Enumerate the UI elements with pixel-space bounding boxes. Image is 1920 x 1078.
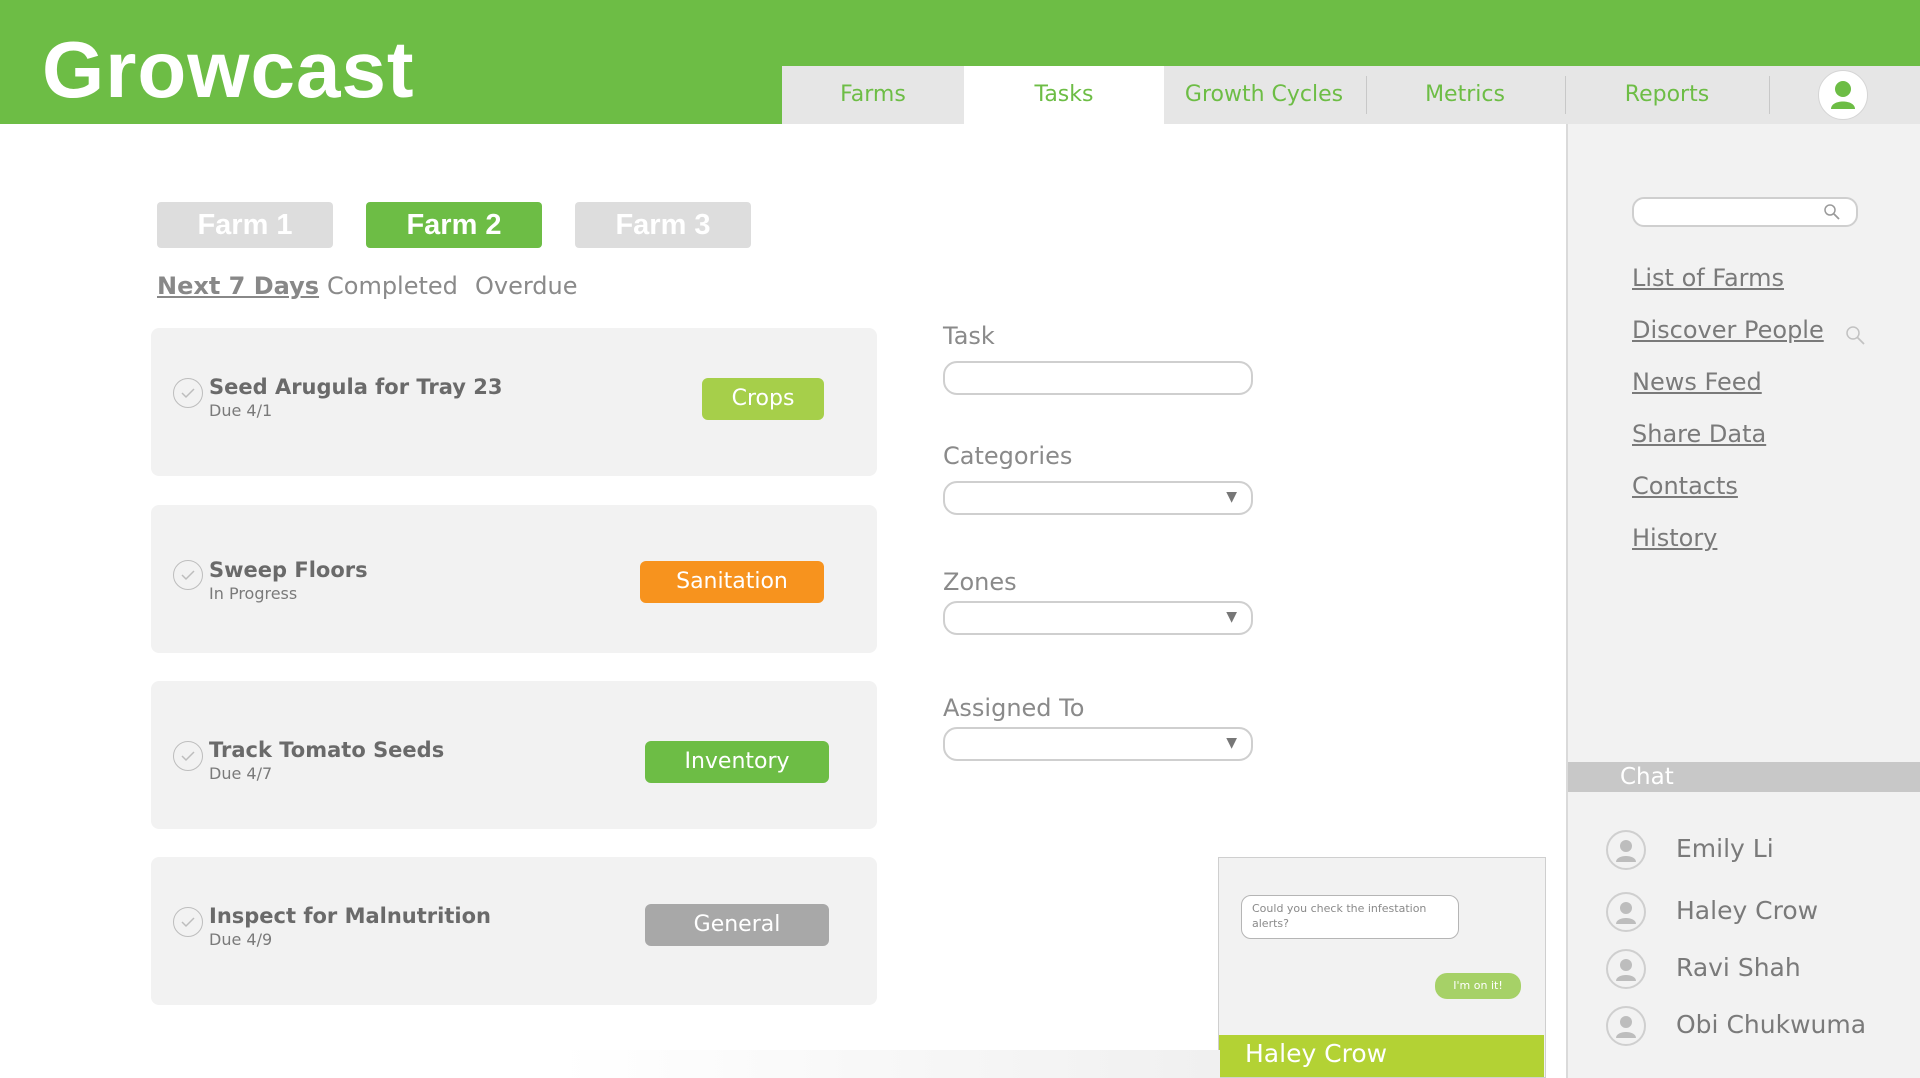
task-input[interactable] (943, 361, 1253, 395)
user-icon (1616, 959, 1636, 981)
filter-completed[interactable]: Completed (327, 272, 458, 300)
chat-contact[interactable]: Ravi Shah (1606, 949, 1906, 993)
contact-name: Ravi Shah (1676, 953, 1801, 982)
task-card[interactable]: Inspect for Malnutrition Due 4/9 General (151, 857, 877, 1005)
task-status: In Progress (209, 584, 298, 603)
sidebar-link-share-data[interactable]: Share Data (1632, 420, 1766, 448)
bottom-shade (560, 1050, 1220, 1078)
farm-2-button[interactable]: Farm 2 (366, 202, 542, 248)
task-label: Task (943, 322, 995, 350)
tab-metrics[interactable]: Metrics (1367, 66, 1563, 124)
chat-title: Chat (1620, 764, 1674, 790)
task-title: Seed Arugula for Tray 23 (209, 375, 503, 399)
task-card[interactable]: Seed Arugula for Tray 23 Due 4/1 Crops (151, 328, 877, 476)
chat-window-contact-name: Haley Crow (1245, 1039, 1388, 1068)
chat-contact[interactable]: Emily Li (1606, 830, 1906, 874)
chat-header: Chat (1568, 762, 1920, 792)
avatar (1606, 1006, 1646, 1046)
category-badge-crops[interactable]: Crops (702, 378, 824, 420)
check-circle-icon[interactable] (173, 907, 203, 937)
farm-1-button[interactable]: Farm 1 (157, 202, 333, 248)
nav-divider (1769, 76, 1770, 114)
contact-name: Obi Chukwuma (1676, 1010, 1867, 1039)
chat-window-title[interactable]: Haley Crow (1219, 1035, 1544, 1077)
chevron-down-icon: ▼ (1226, 609, 1237, 625)
chevron-down-icon: ▼ (1226, 489, 1237, 505)
search-icon[interactable] (1844, 324, 1868, 350)
user-avatar[interactable] (1818, 70, 1868, 120)
check-circle-icon[interactable] (173, 741, 203, 771)
avatar (1606, 830, 1646, 870)
zones-select[interactable]: ▼ (943, 601, 1253, 635)
right-sidebar: List of Farms Discover People News Feed … (1566, 124, 1920, 1078)
category-badge-general[interactable]: General (645, 904, 829, 946)
task-due: Due 4/9 (209, 930, 273, 949)
user-icon (1616, 902, 1636, 924)
category-badge-sanitation[interactable]: Sanitation (640, 561, 824, 603)
check-circle-icon[interactable] (173, 378, 203, 408)
sidebar-search-input[interactable] (1632, 197, 1858, 227)
main-nav: Farms Tasks Growth Cycles Metrics Report… (782, 66, 1920, 124)
contact-name: Haley Crow (1676, 896, 1819, 925)
sidebar-link-list-of-farms[interactable]: List of Farms (1632, 264, 1784, 292)
search-icon (1824, 204, 1840, 220)
outgoing-message: I'm on it! (1435, 973, 1521, 999)
app-logo: Growcast (42, 25, 415, 114)
chat-contact[interactable]: Obi Chukwuma (1606, 1006, 1906, 1050)
task-due: Due 4/7 (209, 764, 273, 783)
sidebar-link-discover-people[interactable]: Discover People (1632, 316, 1824, 344)
category-badge-inventory[interactable]: Inventory (645, 741, 829, 783)
assigned-to-label: Assigned To (943, 694, 1085, 722)
chevron-down-icon: ▼ (1226, 735, 1237, 751)
tab-growth-cycles[interactable]: Growth Cycles (1164, 66, 1364, 124)
task-due: Due 4/1 (209, 401, 273, 420)
task-title: Track Tomato Seeds (209, 738, 445, 762)
tab-reports[interactable]: Reports (1566, 66, 1768, 124)
user-icon (1616, 840, 1636, 862)
user-icon (1831, 81, 1855, 109)
tab-tasks[interactable]: Tasks (964, 66, 1164, 124)
categories-select[interactable]: ▼ (943, 481, 1253, 515)
chat-window[interactable]: Could you check the infestation alerts? … (1218, 857, 1546, 1078)
assigned-to-select[interactable]: ▼ (943, 727, 1253, 761)
sidebar-link-news-feed[interactable]: News Feed (1632, 368, 1762, 396)
sidebar-link-contacts[interactable]: Contacts (1632, 472, 1738, 500)
incoming-message: Could you check the infestation alerts? (1241, 895, 1459, 939)
zones-label: Zones (943, 568, 1017, 596)
user-icon (1616, 1016, 1636, 1038)
contact-name: Emily Li (1676, 834, 1774, 863)
task-title: Inspect for Malnutrition (209, 904, 491, 928)
sidebar-link-history[interactable]: History (1632, 524, 1717, 552)
task-card[interactable]: Sweep Floors In Progress Sanitation (151, 505, 877, 653)
tab-farms[interactable]: Farms (782, 66, 964, 124)
avatar (1606, 949, 1646, 989)
categories-label: Categories (943, 442, 1073, 470)
farm-3-button[interactable]: Farm 3 (575, 202, 751, 248)
filter-overdue[interactable]: Overdue (475, 272, 578, 300)
app-header: Growcast Farms Tasks Growth Cycles Metri… (0, 0, 1920, 124)
task-card[interactable]: Track Tomato Seeds Due 4/7 Inventory (151, 681, 877, 829)
check-circle-icon[interactable] (173, 560, 203, 590)
chat-contact[interactable]: Haley Crow (1606, 892, 1906, 936)
filter-next-7-days[interactable]: Next 7 Days (157, 272, 319, 300)
task-title: Sweep Floors (209, 558, 368, 582)
avatar (1606, 892, 1646, 932)
